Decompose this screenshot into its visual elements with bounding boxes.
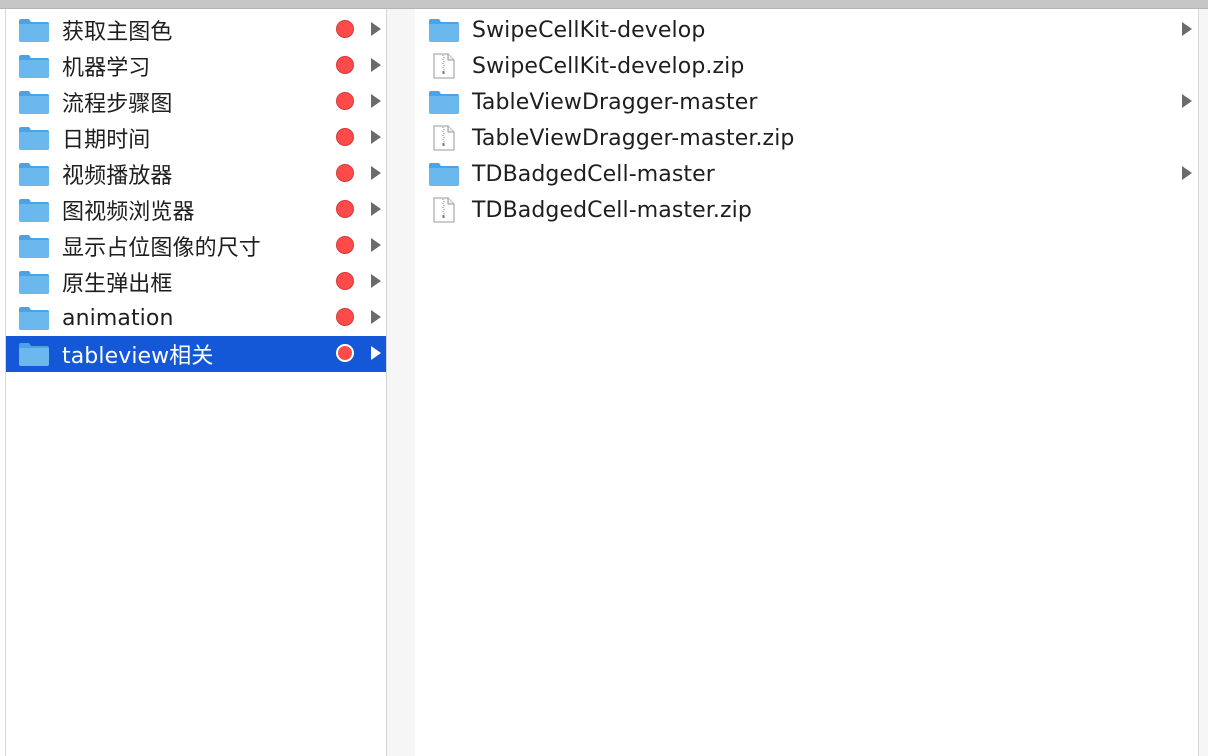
disclosure-arrow-icon [371,58,381,72]
list-item[interactable]: 图视频浏览器 [6,192,387,228]
item-label: 机器学习 [62,56,151,81]
folder-icon [18,341,50,367]
disclosure-arrow-icon [371,202,381,216]
list-item[interactable]: 视频播放器 [6,156,387,192]
item-label: SwipeCellKit-develop.zip [472,53,745,79]
folder-icon [18,233,50,259]
folder-icon [428,89,460,115]
folder-list-left: 获取主图色 机器学习 流程步骤图 日期时间 视频播放器 图视频浏览器 显示占位图… [6,9,387,372]
list-item[interactable]: animation [6,300,387,336]
list-item[interactable]: TableViewDragger-master [415,84,1198,120]
list-item[interactable]: 日期时间 [6,120,387,156]
item-label: 获取主图色 [62,20,173,45]
item-label: 视频播放器 [62,164,173,189]
list-item[interactable]: TDBadgedCell-master.zip [415,192,1198,228]
folder-icon [18,53,50,79]
red-tag-icon [336,344,354,362]
item-label: animation [62,305,174,331]
item-label: TDBadgedCell-master.zip [472,197,752,223]
list-item[interactable]: 显示占位图像的尺寸 [6,228,387,264]
red-tag-icon [336,56,354,74]
item-label: 显示占位图像的尺寸 [62,236,261,261]
folder-icon [428,17,460,43]
list-item[interactable]: TDBadgedCell-master [415,156,1198,192]
item-label: SwipeCellKit-develop [472,17,706,43]
list-item[interactable]: 获取主图色 [6,12,387,48]
disclosure-arrow-icon [371,310,381,324]
folder-icon [18,161,50,187]
disclosure-arrow-icon [1182,22,1192,36]
window-top-edge [0,0,1208,9]
disclosure-arrow-icon [371,274,381,288]
disclosure-arrow-icon [1182,94,1192,108]
list-item[interactable]: SwipeCellKit-develop.zip [415,48,1198,84]
disclosure-arrow-icon [371,166,381,180]
disclosure-arrow-icon [371,346,381,360]
disclosure-arrow-icon [1182,166,1192,180]
list-item[interactable]: 机器学习 [6,48,387,84]
red-tag-icon [336,200,354,218]
item-label: TableViewDragger-master [472,89,758,115]
red-tag-icon [336,236,354,254]
red-tag-icon [336,308,354,326]
column-divider[interactable] [386,9,416,756]
zip-file-icon [428,197,460,223]
zip-file-icon [428,53,460,79]
item-label: TDBadgedCell-master [472,161,715,187]
folder-icon [428,161,460,187]
folder-icon [18,17,50,43]
disclosure-arrow-icon [371,238,381,252]
red-tag-icon [336,272,354,290]
folder-icon [18,197,50,223]
zip-file-icon [428,125,460,151]
list-item[interactable]: SwipeCellKit-develop [415,12,1198,48]
folder-icon [18,125,50,151]
folder-list-right: SwipeCellKit-develop SwipeCellKit-develo… [415,9,1198,228]
item-label: 图视频浏览器 [62,200,195,225]
finder-column-right: SwipeCellKit-develop SwipeCellKit-develo… [415,9,1198,756]
item-label: 流程步骤图 [62,92,173,117]
window-right-edge [1198,9,1208,756]
list-item[interactable]: 流程步骤图 [6,84,387,120]
disclosure-arrow-icon [371,130,381,144]
red-tag-icon [336,20,354,38]
finder-column-left: 获取主图色 机器学习 流程步骤图 日期时间 视频播放器 图视频浏览器 显示占位图… [5,9,387,756]
folder-icon [18,305,50,331]
red-tag-icon [336,164,354,182]
folder-icon [18,89,50,115]
item-label: 原生弹出框 [62,272,173,297]
list-item-selected[interactable]: tableview相关 [6,336,387,372]
item-label: 日期时间 [62,128,151,153]
list-item[interactable]: TableViewDragger-master.zip [415,120,1198,156]
folder-icon [18,269,50,295]
disclosure-arrow-icon [371,94,381,108]
red-tag-icon [336,128,354,146]
item-label: TableViewDragger-master.zip [472,125,795,151]
item-label: tableview相关 [62,344,214,369]
disclosure-arrow-icon [371,22,381,36]
list-item[interactable]: 原生弹出框 [6,264,387,300]
red-tag-icon [336,92,354,110]
